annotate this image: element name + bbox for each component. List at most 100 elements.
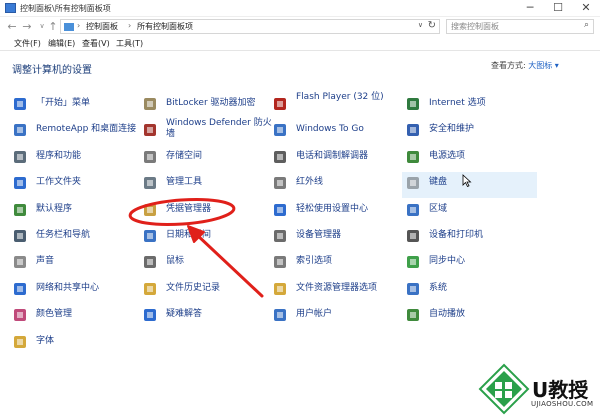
control-panel-item[interactable]: Flash Player (32 位)	[272, 92, 407, 116]
control-panel-item-label: 「开始」菜单	[36, 98, 91, 108]
control-panel-item-label: 设备管理器	[296, 230, 342, 240]
menu-view[interactable]: 查看(V)	[82, 38, 110, 49]
control-panel-item[interactable]: 存储空间	[142, 147, 277, 169]
control-panel-item-label: 系统	[429, 283, 448, 293]
keyboard-icon	[407, 177, 419, 189]
control-panel-item[interactable]: 工作文件夹	[12, 173, 147, 195]
control-panel-item[interactable]: Windows Defender 防火墙	[142, 118, 277, 142]
menu-tools[interactable]: 工具(T)	[116, 38, 143, 49]
control-panel-item[interactable]: 任务栏和导航	[12, 226, 147, 248]
control-panel-item[interactable]: 程序和功能	[12, 147, 147, 169]
control-panel-item-label: 字体	[36, 336, 55, 346]
forward-arrow-icon[interactable]: →	[20, 19, 34, 34]
control-panel-icon	[64, 23, 74, 31]
control-panel-item[interactable]: 管理工具	[142, 173, 277, 195]
control-panel-item-label: 日期和时间	[166, 230, 212, 240]
control-panel-item-label: 凭据管理器	[166, 204, 212, 214]
control-panel-item-label: 键盘	[429, 177, 448, 187]
control-panel-item[interactable]: 字体	[12, 332, 147, 354]
control-panel-item[interactable]: 默认程序	[12, 200, 147, 222]
window-title: 控制面板\所有控制面板项	[20, 4, 111, 13]
control-panel-item[interactable]: 颜色管理	[12, 305, 147, 327]
watermark-url: UJIAOSHOU.COM	[531, 400, 594, 408]
control-panel-item[interactable]: 文件资源管理器选项	[272, 279, 407, 301]
control-panel-item-label: 电话和调制解调器	[296, 151, 369, 161]
control-panel-item[interactable]: 同步中心	[405, 252, 540, 274]
search-icon[interactable]: ⌕	[584, 20, 589, 30]
control-panel-item[interactable]: Internet 选项	[405, 94, 540, 116]
mouse-cursor-icon	[462, 174, 472, 187]
control-panel-item[interactable]: Windows To Go	[272, 120, 407, 142]
control-panel-item[interactable]: 「开始」菜单	[12, 94, 147, 116]
control-panel-item[interactable]: 设备和打印机	[405, 226, 540, 248]
view-by-control[interactable]: 查看方式: 大图标 ▾	[491, 60, 559, 71]
control-panel-item[interactable]: 自动播放	[405, 305, 540, 327]
address-dropdown-icon[interactable]: ∨	[418, 21, 423, 29]
control-panel-item[interactable]: 用户帐户	[272, 305, 407, 327]
control-panel-item-label: 红外线	[296, 177, 324, 187]
search-box[interactable]: ⌕	[446, 19, 594, 34]
device-manager-icon	[274, 230, 286, 242]
control-panel-item-label: 声音	[36, 256, 55, 266]
explorer-options-icon	[274, 283, 286, 295]
control-panel-item-label: Flash Player (32 位)	[296, 92, 384, 102]
control-panel-item[interactable]: 文件历史记录	[142, 279, 277, 301]
control-panel-item[interactable]: 日期和时间	[142, 226, 277, 248]
address-bar[interactable]: › 控制面板 › 所有控制面板项 ∨ ↻	[60, 19, 440, 34]
title-bar: 控制面板\所有控制面板项 ─ ☐ ✕	[0, 0, 600, 17]
taskbar-icon	[14, 230, 26, 242]
bitlocker-icon	[144, 98, 156, 110]
watermark-brand: U教授	[532, 378, 589, 402]
start-menu-icon	[14, 98, 26, 110]
credential-manager-icon	[144, 204, 156, 216]
menu-edit[interactable]: 编辑(E)	[48, 38, 75, 49]
up-arrow-icon[interactable]: ↑	[46, 19, 60, 34]
region-icon	[407, 204, 419, 216]
search-input[interactable]	[447, 20, 572, 33]
control-panel-item[interactable]: 网络和共享中心	[12, 279, 147, 301]
default-programs-icon	[14, 204, 26, 216]
control-panel-item[interactable]: RemoteApp 和桌面连接	[12, 120, 147, 142]
control-panel-item-label: Internet 选项	[429, 98, 486, 108]
minimize-button[interactable]: ─	[516, 0, 544, 17]
control-panel-item[interactable]: 区域	[405, 200, 540, 222]
remoteapp-icon	[14, 124, 26, 136]
control-panel-item[interactable]: 疑难解答	[142, 305, 277, 327]
breadcrumb-control-panel[interactable]: 控制面板	[86, 21, 118, 32]
control-panel-item-label: 任务栏和导航	[36, 230, 91, 240]
control-panel-item[interactable]: BitLocker 驱动器加密	[142, 94, 277, 116]
control-panel-item[interactable]: 凭据管理器	[142, 200, 277, 222]
control-panel-items-grid: 「开始」菜单 BitLocker 驱动器加密 Flash Player (32 位)…	[0, 92, 600, 369]
firewall-icon	[144, 124, 156, 136]
control-panel-item[interactable]: 声音	[12, 252, 147, 274]
control-panel-item[interactable]: 设备管理器	[272, 226, 407, 248]
view-by-dropdown[interactable]: 大图标 ▾	[528, 61, 559, 70]
control-panel-item[interactable]: 电源选项	[405, 147, 540, 169]
control-panel-item-label: 轻松使用设置中心	[296, 204, 369, 214]
control-panel-item[interactable]: 电话和调制解调器	[272, 147, 407, 169]
menu-file[interactable]: 文件(F)	[14, 38, 41, 49]
sound-icon	[14, 256, 26, 268]
control-panel-item-label: 默认程序	[36, 204, 73, 214]
power-icon	[407, 151, 419, 163]
control-panel-item[interactable]: 轻松使用设置中心	[272, 200, 407, 222]
printer-icon	[407, 230, 419, 242]
control-panel-item-label: 同步中心	[429, 256, 466, 266]
control-panel-item[interactable]: 系统	[405, 279, 540, 301]
control-panel-item[interactable]: 红外线	[272, 173, 407, 195]
control-panel-item[interactable]: 安全和维护	[405, 120, 540, 142]
date-time-icon	[144, 230, 156, 242]
phone-modem-icon	[274, 151, 286, 163]
control-panel-item-label: BitLocker 驱动器加密	[166, 98, 256, 108]
control-panel-item[interactable]: 索引选项	[272, 252, 407, 274]
color-management-icon	[14, 309, 26, 321]
refresh-icon[interactable]: ↻	[428, 20, 436, 31]
control-panel-item[interactable]: 鼠标	[142, 252, 277, 274]
back-arrow-icon[interactable]: ←	[5, 19, 19, 34]
maximize-button[interactable]: ☐	[544, 0, 572, 17]
control-panel-item[interactable]: 键盘	[405, 173, 540, 195]
sync-icon	[407, 256, 419, 268]
close-button[interactable]: ✕	[572, 0, 600, 17]
network-icon	[14, 283, 26, 295]
breadcrumb-all-items[interactable]: 所有控制面板项	[137, 21, 193, 32]
